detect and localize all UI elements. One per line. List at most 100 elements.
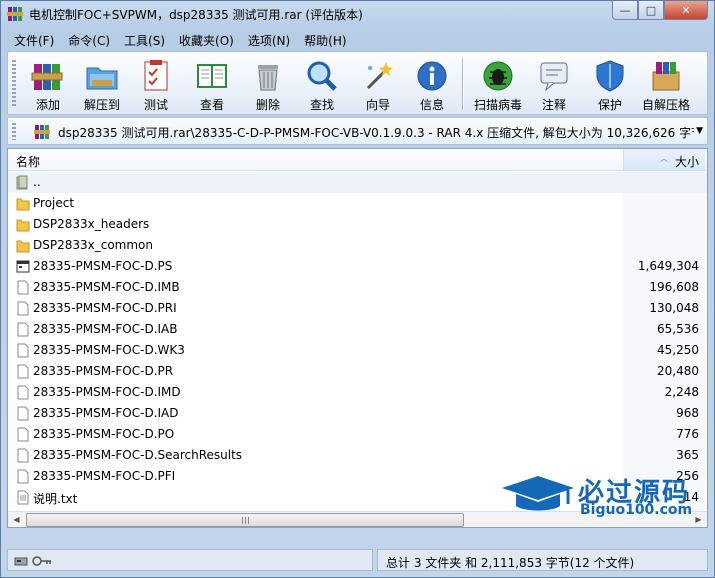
list-item[interactable]: .. — [8, 172, 707, 193]
list-item[interactable]: 28335-PMSM-FOC-D.WK3 45,250 — [8, 340, 707, 361]
file-name: 28335-PMSM-FOC-D.PR — [33, 364, 174, 378]
file-name: 28335-PMSM-FOC-D.WK3 — [33, 343, 185, 357]
file-size: 2,248 — [664, 385, 699, 399]
delete-button[interactable]: 删除 — [240, 56, 296, 112]
maximize-button[interactable]: □ — [638, 1, 664, 20]
list-item[interactable]: DSP2833x_common — [8, 235, 707, 256]
list-item[interactable]: 28335-PMSM-FOC-D.IAB 65,536 — [8, 319, 707, 340]
column-size-label: 大小 — [674, 155, 699, 169]
test-label: 测试 — [143, 98, 168, 112]
protect-label: 保护 — [597, 98, 622, 112]
watermark-domain: Biguo100.com — [580, 502, 693, 518]
file-name: DSP2833x_headers — [33, 217, 150, 231]
menu-bar: 文件(F) 命令(C) 工具(S) 收藏夹(O) 选项(N) 帮助(H) — [7, 30, 354, 50]
test-button[interactable]: 测试 — [128, 56, 184, 112]
list-item[interactable]: 28335-PMSM-FOC-D.IMB 196,608 — [8, 277, 707, 298]
parent-folder-icon — [16, 175, 28, 190]
file-name: 28335-PMSM-FOC-D.IAB — [33, 322, 178, 336]
file-icon — [17, 343, 29, 358]
key-icon[interactable] — [32, 555, 52, 567]
delete-label: 删除 — [255, 98, 280, 112]
virus-scan-icon — [483, 61, 513, 91]
archive-path: dsp28335 测试可用.rar\28335-C-D-P-PMSM-FOC-V… — [58, 126, 694, 140]
menu-commands[interactable]: 命令(C) — [61, 30, 117, 50]
list-item[interactable]: DSP2833x_headers — [8, 214, 707, 235]
menu-help[interactable]: 帮助(H) — [297, 30, 353, 50]
minimize-button[interactable]: — — [612, 1, 638, 20]
list-item[interactable]: 28335-PMSM-FOC-D.SearchResults 365 — [8, 445, 707, 466]
address-bar[interactable]: dsp28335 测试可用.rar\28335-C-D-P-PMSM-FOC-V… — [7, 117, 708, 145]
thumb-grip — [242, 517, 250, 524]
add-label: 添加 — [35, 98, 60, 112]
drive-icon[interactable] — [14, 555, 28, 567]
scrollbar-thumb[interactable] — [26, 513, 464, 527]
file-size: 65,536 — [657, 322, 699, 336]
sfx-label: 自解压格 — [641, 98, 690, 112]
view-button[interactable]: 查看 — [184, 56, 240, 112]
menu-tools[interactable]: 工具(S) — [117, 30, 172, 50]
watermark: 必过源码 Biguo100.com — [498, 466, 703, 524]
winrar-app-icon — [7, 7, 23, 21]
file-size: 365 — [676, 448, 699, 462]
list-header: 名称 ︿ 大小 — [8, 149, 707, 171]
comment-button[interactable]: 注释 — [526, 56, 582, 112]
info-button[interactable]: 信息 — [404, 56, 460, 112]
sfx-button[interactable]: 自解压格 — [638, 56, 694, 112]
add-button[interactable]: 添加 — [20, 56, 76, 112]
file-icon — [17, 322, 29, 337]
wizard-label: 向导 — [365, 98, 390, 112]
file-icon — [17, 280, 29, 295]
window-title: 电机控制FOC+SVPWM，dsp28335 测试可用.rar (评估版本) — [29, 8, 363, 22]
status-right-pane: 总计 3 文件夹 和 2,111,853 字节(12 个文件) — [377, 549, 708, 571]
file-size: 20,480 — [657, 364, 699, 378]
status-bar: 总计 3 文件夹 和 2,111,853 字节(12 个文件) — [7, 549, 708, 571]
scroll-left-icon[interactable]: ◀ — [8, 512, 25, 527]
file-name: Project — [33, 196, 75, 210]
comment-icon — [540, 62, 568, 92]
trash-icon — [258, 65, 278, 91]
list-item[interactable]: 28335-PMSM-FOC-D.IMD 2,248 — [8, 382, 707, 403]
column-name-header[interactable]: 名称 — [16, 153, 40, 170]
file-rows: .. Project DSP2833x_headers DSP2833x_com… — [8, 172, 707, 508]
file-size: 968 — [676, 406, 699, 420]
folder-icon — [16, 240, 30, 253]
address-grip[interactable] — [12, 123, 16, 140]
chevron-down-icon[interactable]: ▼ — [696, 126, 703, 136]
find-button[interactable]: 查找 — [294, 56, 350, 112]
list-item[interactable]: Project — [8, 193, 707, 214]
protect-button[interactable]: 保护 — [582, 56, 638, 112]
file-name: 28335-PMSM-FOC-D.SearchResults — [33, 448, 243, 462]
column-size-header[interactable]: ︿ 大小 — [623, 149, 705, 170]
file-icon — [17, 385, 29, 400]
list-item[interactable]: 28335-PMSM-FOC-D.PS 1,649,304 — [8, 256, 707, 277]
file-icon — [17, 427, 29, 442]
window-file-icon — [16, 260, 30, 273]
title-bar[interactable]: 电机控制FOC+SVPWM，dsp28335 测试可用.rar (评估版本) —… — [1, 1, 714, 27]
graduation-cap-icon — [502, 476, 574, 511]
books-add-icon — [31, 64, 63, 90]
file-size: 776 — [676, 427, 699, 441]
shield-icon — [596, 60, 624, 92]
menu-options[interactable]: 选项(N) — [241, 30, 297, 50]
menu-favorites[interactable]: 收藏夹(O) — [172, 30, 241, 50]
toolbar-grip[interactable] — [12, 60, 16, 108]
list-item[interactable]: 28335-PMSM-FOC-D.PO 776 — [8, 424, 707, 445]
comment-label: 注释 — [541, 98, 566, 112]
view-book-icon — [197, 64, 227, 88]
file-name: .. — [33, 175, 41, 189]
close-button[interactable]: ✕ — [664, 1, 708, 20]
list-item[interactable]: 28335-PMSM-FOC-D.PR 20,480 — [8, 361, 707, 382]
list-item[interactable]: 28335-PMSM-FOC-D.PRI 130,048 — [8, 298, 707, 319]
toolbar: 添加 解压到 测试 查看 删除 查找 向导 信息 扫描病毒 注释 保护 自解压格 — [7, 51, 708, 115]
extract-to-button[interactable]: 解压到 — [74, 56, 130, 112]
wizard-button[interactable]: 向导 — [350, 56, 406, 112]
list-item[interactable]: 28335-PMSM-FOC-D.IAD 968 — [8, 403, 707, 424]
file-name: 28335-PMSM-FOC-D.PRI — [33, 301, 177, 315]
menu-file[interactable]: 文件(F) — [7, 30, 61, 50]
sfx-box-icon — [652, 62, 680, 91]
file-name: 28335-PMSM-FOC-D.PO — [33, 427, 175, 441]
extract-to-label: 解压到 — [83, 98, 120, 112]
file-name: 说明.txt — [33, 492, 78, 506]
scan-virus-button[interactable]: 扫描病毒 — [470, 56, 526, 112]
info-icon — [417, 61, 447, 91]
